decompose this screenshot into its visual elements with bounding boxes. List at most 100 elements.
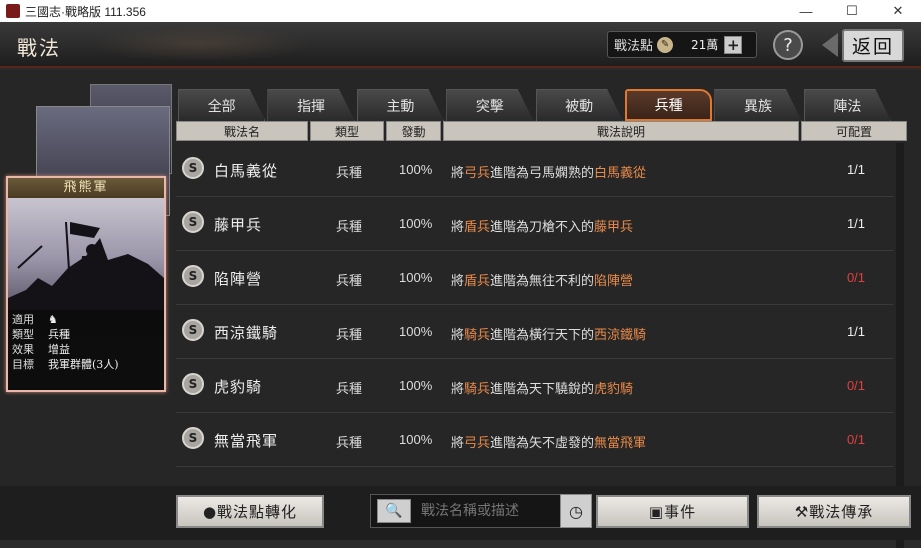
events-button[interactable]: ▣ 事件	[596, 495, 749, 528]
help-button[interactable]: ?	[773, 30, 803, 60]
info-key: 類型	[12, 328, 34, 341]
event-book-icon: ▣	[648, 502, 665, 521]
column-type[interactable]: 類型	[310, 121, 384, 141]
column-slots[interactable]: 可配置	[801, 121, 907, 141]
skill-description: 將弓兵進階為矢不虛發的無當飛軍	[451, 436, 647, 451]
window-titlebar: 三國志·戰略版 111.356 — ☐ ✕	[0, 0, 921, 22]
skill-type: 兵種	[336, 166, 363, 181]
category-tabs: 全部 指揮 主動 突擊 被動 兵種 異族 陣法	[178, 89, 893, 121]
skill-type: 兵種	[336, 274, 363, 289]
skill-points-display: 戰法點 ✎ 21 萬 +	[607, 31, 757, 58]
skill-slot: 0/1	[846, 378, 866, 393]
horse-icon: ♞	[48, 313, 58, 326]
card-info-panel: 適用 ♞ 類型 兵種 效果 增益 目標 我軍群體(3人)	[8, 310, 164, 390]
column-description: 戰法說明	[443, 121, 799, 141]
tab-passive[interactable]: 被動	[535, 89, 623, 121]
grade-s-icon: S	[182, 373, 204, 395]
skill-list: S 白馬義從 兵種 100% 將弓兵進階為弓馬嫻熟的白馬義從 1/1 S 藤甲兵…	[176, 143, 893, 543]
column-name[interactable]: 戰法名	[176, 121, 308, 141]
tab-all[interactable]: 全部	[178, 89, 266, 121]
table-row[interactable]: S 藤甲兵 兵種 100% 將盾兵進階為刀槍不入的藤甲兵 1/1	[176, 197, 893, 251]
cloud-ornament-icon	[90, 26, 310, 62]
card-info-row: 效果 增益	[12, 342, 160, 357]
skill-rate: 100%	[399, 432, 433, 447]
table-row[interactable]: S 虎豹騎 兵種 100% 將騎兵進階為天下驍銳的虎豹騎 0/1	[176, 359, 893, 413]
window-title: 三國志·戰略版 111.356	[25, 4, 146, 19]
table-row[interactable]: S 西涼鐵騎 兵種 100% 將騎兵進階為橫行天下的西涼鐵騎 1/1	[176, 305, 893, 359]
tab-assault[interactable]: 突擊	[446, 89, 534, 121]
skill-rate: 100%	[399, 162, 433, 177]
skill-rate: 100%	[399, 216, 433, 231]
skill-rate: 100%	[399, 324, 433, 339]
tab-command[interactable]: 指揮	[267, 89, 355, 121]
card-info-row: 目標 我軍群體(3人)	[12, 357, 160, 372]
table-row[interactable]: S 陷陣營 兵種 100% 將盾兵進階為無往不利的陷陣營 0/1	[176, 251, 893, 305]
info-value: 增益	[48, 343, 70, 356]
skill-type: 兵種	[336, 382, 363, 397]
card-info-row: 適用 ♞	[12, 312, 160, 327]
search-input[interactable]	[421, 503, 561, 519]
tab-troop-type[interactable]: 兵種	[624, 89, 713, 121]
search-icon[interactable]: 🔍	[377, 499, 411, 523]
skill-rate: 100%	[399, 378, 433, 393]
search-box: 🔍	[370, 494, 592, 528]
skill-name: 虎豹騎	[214, 378, 263, 396]
info-value: 我軍群體(3人)	[48, 358, 119, 371]
skill-slot: 1/1	[846, 216, 866, 231]
grade-s-icon: S	[182, 265, 204, 287]
grade-s-icon: S	[182, 211, 204, 233]
table-header: 戰法名 類型 發動 戰法說明 可配置	[176, 121, 911, 141]
skill-name: 藤甲兵	[214, 216, 263, 234]
back-label: 返回	[841, 28, 904, 62]
back-arrow-icon	[821, 33, 838, 57]
skill-name: 白馬義從	[214, 162, 279, 180]
card-info-row: 類型 兵種	[12, 327, 160, 342]
grade-s-icon: S	[182, 319, 204, 341]
points-value: 21	[691, 37, 707, 52]
card-title: 飛熊軍	[8, 178, 164, 198]
skill-name: 無當飛軍	[214, 432, 279, 450]
tab-foreign[interactable]: 異族	[714, 89, 802, 121]
hammer-icon: ⚒	[794, 502, 810, 521]
skill-name: 陷陣營	[214, 270, 263, 288]
minimize-button[interactable]: —	[783, 0, 829, 22]
grade-s-icon: S	[182, 157, 204, 179]
flame-icon: ●	[202, 502, 218, 521]
skill-description: 將盾兵進階為刀槍不入的藤甲兵	[451, 220, 634, 235]
skill-slot: 1/1	[846, 162, 866, 177]
add-points-button[interactable]: +	[724, 35, 743, 54]
skill-slot: 1/1	[846, 324, 866, 339]
points-unit: 萬	[706, 38, 719, 52]
app-icon	[6, 4, 20, 18]
footer-bar: ● 戰法點轉化 🔍 ◷ ▣ 事件 ⚒ 戰法傳承	[0, 486, 921, 540]
selected-skill-card[interactable]: 飛熊軍 適用 ♞ 類型 兵種 效果 增益 目標 我軍群體(3人)	[6, 176, 166, 392]
convert-points-button[interactable]: ● 戰法點轉化	[176, 495, 324, 528]
maximize-button[interactable]: ☐	[829, 0, 875, 22]
skill-description: 將弓兵進階為弓馬嫻熟的白馬義從	[451, 166, 647, 181]
grade-s-icon: S	[182, 427, 204, 449]
points-label: 戰法點	[614, 39, 654, 54]
history-clock-icon[interactable]: ◷	[560, 494, 592, 528]
skill-rate: 100%	[399, 270, 433, 285]
close-button[interactable]: ✕	[875, 0, 921, 22]
back-button[interactable]: 返回	[815, 28, 911, 62]
main-panel: 飛熊軍 適用 ♞ 類型 兵種 效果 增益 目標 我軍群體(3人) 全部 指揮 主…	[0, 70, 921, 548]
skill-name: 西涼鐵騎	[214, 324, 279, 342]
skill-type: 兵種	[336, 328, 363, 343]
tab-formation[interactable]: 陣法	[803, 89, 892, 121]
table-row[interactable]: S 無當飛軍 兵種 100% 將弓兵進階為矢不虛發的無當飛軍 0/1	[176, 413, 893, 467]
tab-active[interactable]: 主動	[356, 89, 445, 121]
table-row[interactable]: S 白馬義從 兵種 100% 將弓兵進階為弓馬嫻熟的白馬義從 1/1	[176, 143, 893, 197]
skill-description: 將盾兵進階為無往不利的陷陣營	[451, 274, 634, 289]
column-rate[interactable]: 發動	[386, 121, 441, 141]
skill-slot: 0/1	[846, 432, 866, 447]
skill-type: 兵種	[336, 220, 363, 235]
inherit-skill-button[interactable]: ⚒ 戰法傳承	[757, 495, 911, 528]
skill-description: 將騎兵進階為天下驍銳的虎豹騎	[451, 382, 634, 397]
skill-type: 兵種	[336, 436, 363, 451]
header-bar: 戰法 戰法點 ✎ 21 萬 + ? 返回	[0, 22, 921, 68]
info-key: 目標	[12, 358, 34, 371]
info-key: 效果	[12, 343, 34, 356]
inherit-label: 戰法傳承	[809, 503, 874, 521]
page-title: 戰法	[17, 36, 61, 60]
